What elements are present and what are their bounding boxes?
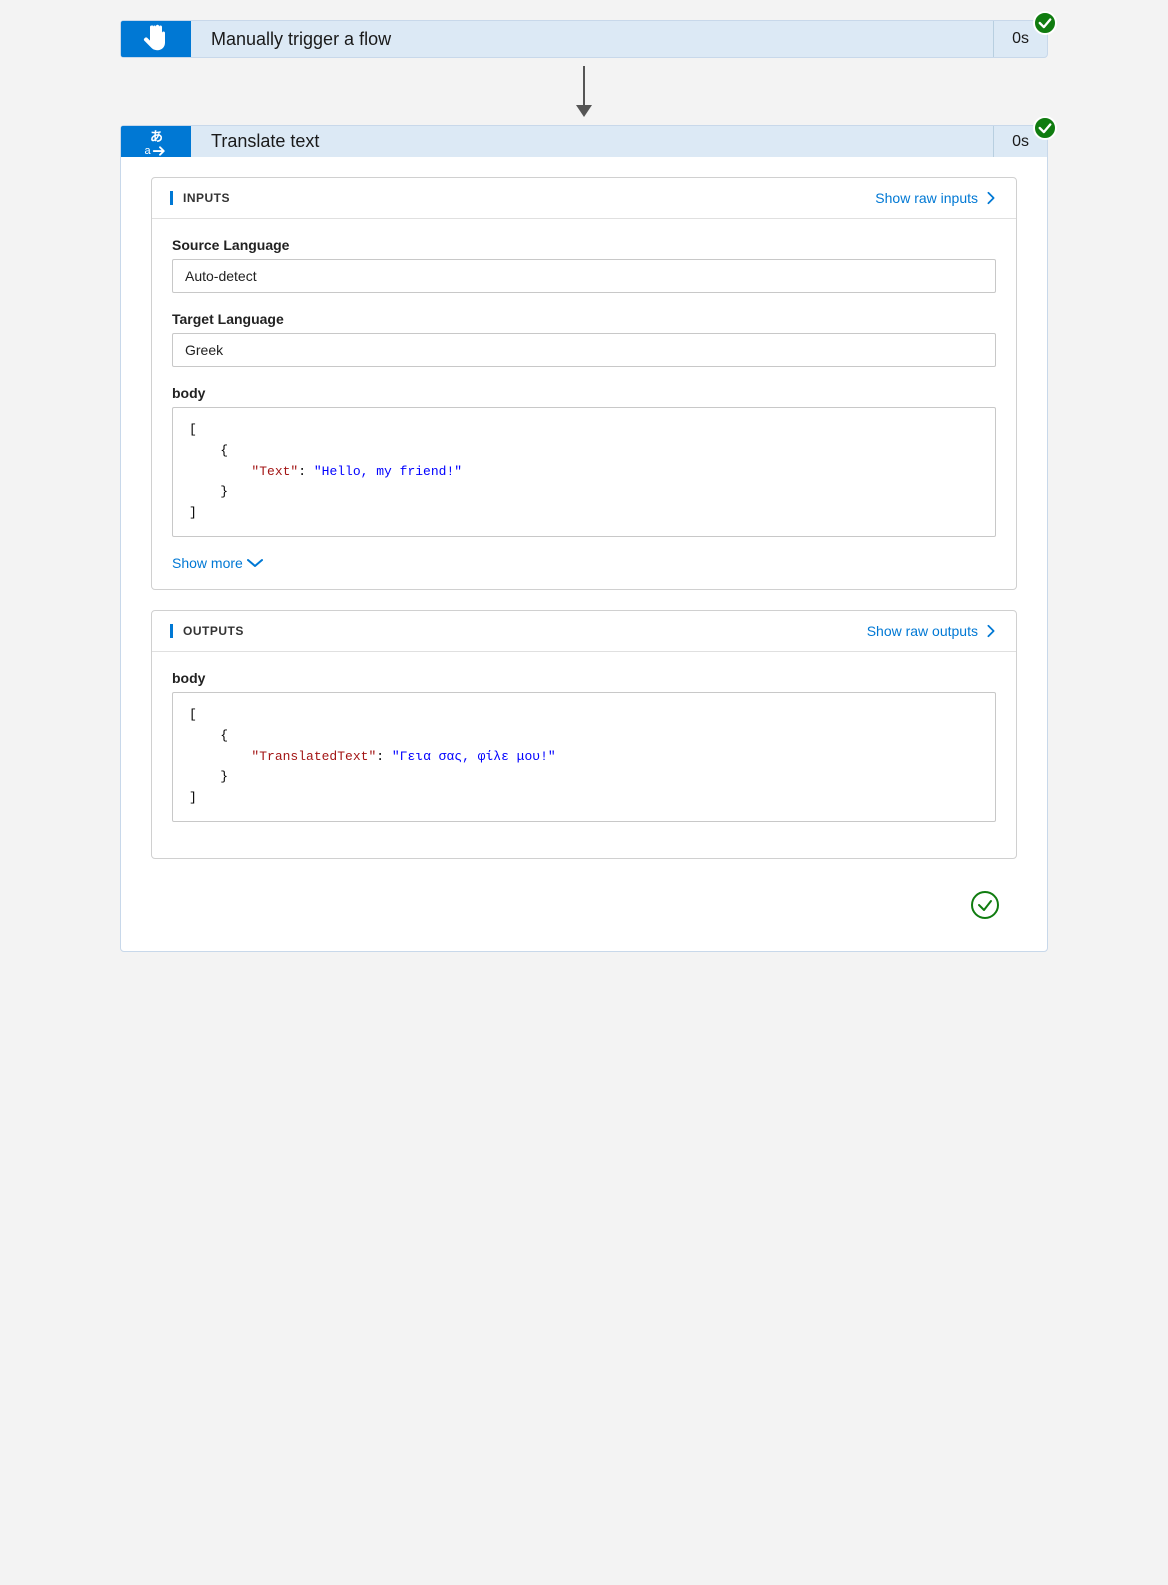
connector-arrowhead — [576, 105, 592, 117]
translate-icon-box: あ a — [121, 126, 191, 157]
translate-icon-symbol: あ — [150, 126, 162, 145]
translate-check-icon — [1038, 121, 1052, 135]
show-more-link[interactable]: Show more — [172, 555, 996, 571]
connector-arrow — [576, 58, 592, 125]
circle-check-badge — [971, 891, 999, 919]
trigger-title: Manually trigger a flow — [191, 21, 993, 57]
outputs-section: OUTPUTS Show raw outputs body [ { "Trans… — [151, 610, 1017, 859]
inputs-body: Source Language Auto-detect Target Langu… — [152, 219, 1016, 589]
inputs-label: INPUTS — [170, 191, 230, 205]
output-body-label: body — [172, 670, 996, 686]
inputs-header: INPUTS Show raw inputs — [152, 178, 1016, 219]
chevron-right-outputs-icon — [984, 624, 998, 638]
trigger-block: Manually trigger a flow 0s — [120, 20, 1048, 58]
outputs-header: OUTPUTS Show raw outputs — [152, 611, 1016, 652]
translate-header: あ a Translate text 0s — [121, 126, 1047, 157]
translate-icon-arrow: a — [144, 145, 167, 157]
inputs-section: INPUTS Show raw inputs Source Language A… — [151, 177, 1017, 590]
hand-pointer-icon — [138, 21, 174, 57]
check-icon — [1038, 16, 1052, 30]
output-body-group: body [ { "TranslatedText": "Γεια σας, φί… — [172, 670, 996, 822]
translate-content: INPUTS Show raw inputs Source Language A… — [121, 157, 1047, 951]
show-raw-inputs-link[interactable]: Show raw inputs — [875, 190, 998, 206]
source-language-group: Source Language Auto-detect — [172, 237, 996, 293]
chevron-down-icon — [247, 558, 263, 568]
bottom-badge-area — [151, 879, 1017, 931]
input-body-code: [ { "Text": "Hello, my friend!" } ] — [172, 407, 996, 537]
translate-title: Translate text — [191, 126, 993, 157]
outputs-label: OUTPUTS — [170, 624, 244, 638]
flow-container: Manually trigger a flow 0s あ a — [120, 20, 1048, 952]
connector-line — [583, 66, 585, 106]
chevron-right-icon — [984, 191, 998, 205]
output-body-code: [ { "TranslatedText": "Γεια σας, φίλε μο… — [172, 692, 996, 822]
trigger-success-badge — [1033, 11, 1057, 35]
target-language-value: Greek — [172, 333, 996, 367]
translate-success-badge — [1033, 116, 1057, 140]
translate-block: あ a Translate text 0s — [120, 125, 1048, 952]
trigger-icon-box — [121, 21, 191, 57]
show-raw-outputs-link[interactable]: Show raw outputs — [867, 623, 998, 639]
input-body-label: body — [172, 385, 996, 401]
source-language-label: Source Language — [172, 237, 996, 253]
target-language-label: Target Language — [172, 311, 996, 327]
outputs-body: body [ { "TranslatedText": "Γεια σας, φί… — [152, 652, 1016, 858]
source-language-value: Auto-detect — [172, 259, 996, 293]
circle-check-icon — [977, 897, 993, 913]
input-body-group: body [ { "Text": "Hello, my friend!" } ] — [172, 385, 996, 537]
target-language-group: Target Language Greek — [172, 311, 996, 367]
